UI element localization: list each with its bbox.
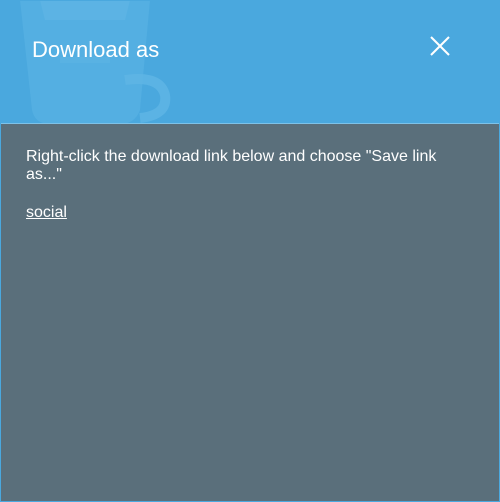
- close-icon: [430, 36, 450, 56]
- download-link[interactable]: social: [26, 204, 67, 221]
- dialog-title: Download as: [32, 37, 160, 62]
- dialog-header: Download as: [0, 0, 500, 124]
- close-button[interactable]: [424, 30, 456, 62]
- dialog-body: Right-click the download link below and …: [0, 124, 500, 502]
- instructions-text: Right-click the download link below and …: [26, 148, 437, 183]
- download-dialog: Download as Right-click the download lin…: [0, 0, 500, 502]
